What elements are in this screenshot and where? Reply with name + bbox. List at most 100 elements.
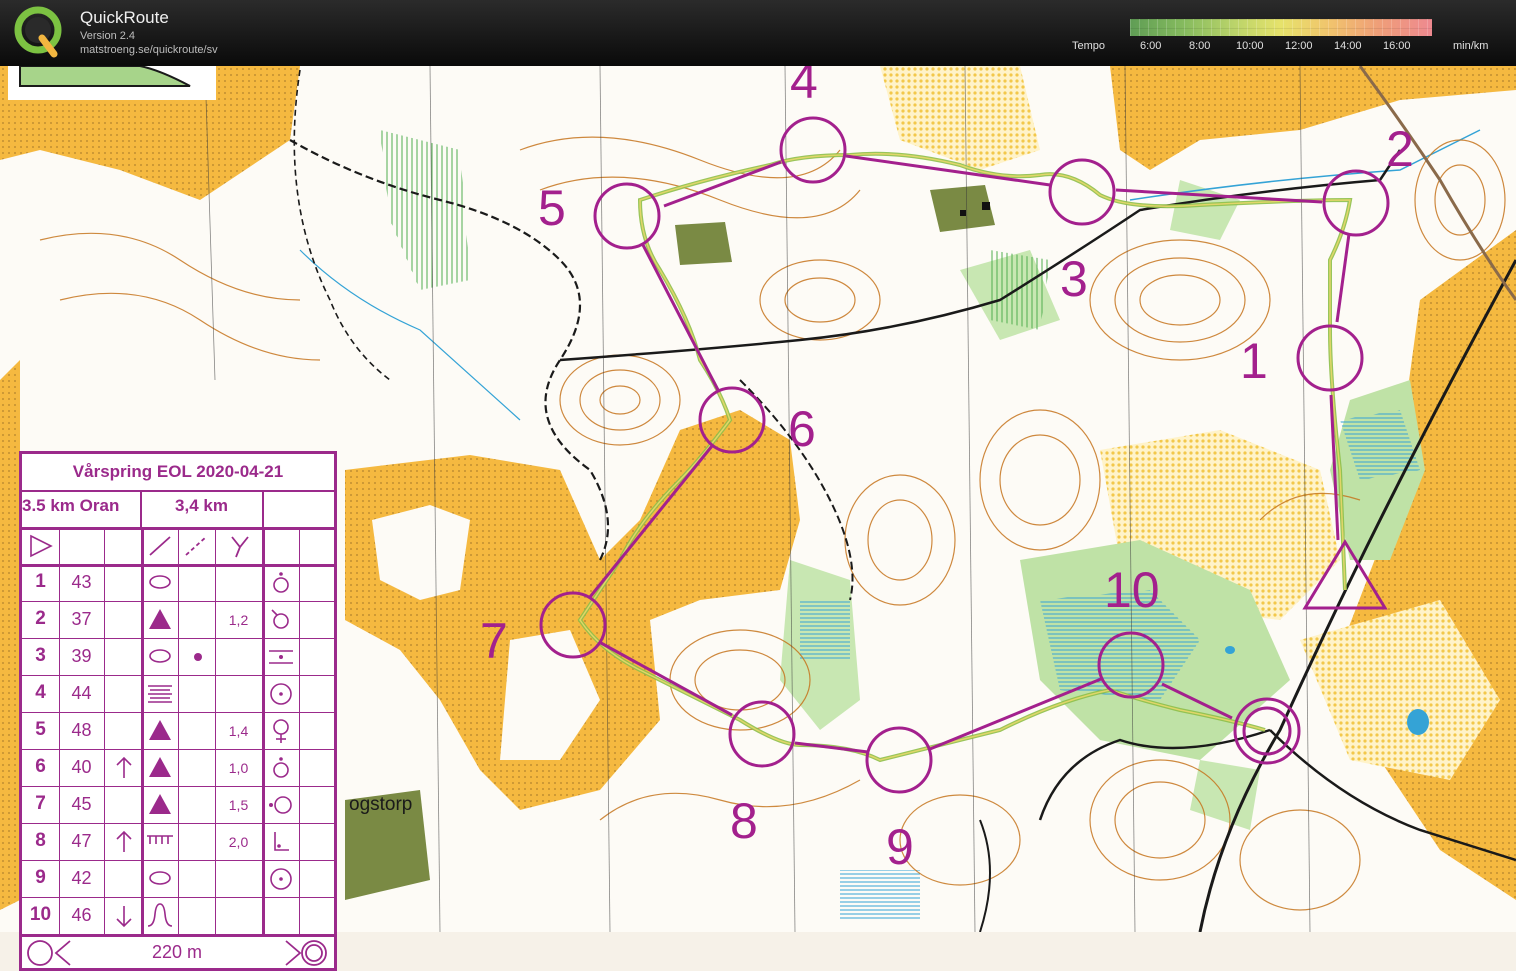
location-centre-icon bbox=[270, 868, 292, 890]
control-number-7: 7 bbox=[480, 613, 508, 669]
control-row-dimension: 1,5 bbox=[228, 797, 249, 813]
boulder-icon bbox=[149, 757, 171, 777]
control-row-code: 48 bbox=[71, 720, 92, 740]
boulder-icon bbox=[149, 794, 171, 814]
which-south-icon bbox=[116, 906, 132, 928]
control-row-dimension: 2,0 bbox=[228, 834, 249, 850]
control-number-9: 9 bbox=[886, 819, 914, 875]
control-row-number: 6 bbox=[35, 756, 46, 777]
pond bbox=[1225, 646, 1235, 654]
knoll-oval-icon bbox=[149, 649, 171, 663]
course-name: 3.5 km Oran bbox=[22, 496, 120, 515]
finish-start-funnel-icon bbox=[27, 940, 71, 966]
tempo-tick: 14:00 bbox=[1334, 40, 1362, 52]
control-row-code: 39 bbox=[71, 646, 92, 666]
grid-line bbox=[22, 934, 334, 937]
open-land bbox=[0, 360, 20, 910]
location-west-icon bbox=[269, 796, 292, 814]
column-header-appearance-icon bbox=[185, 536, 207, 556]
marsh bbox=[800, 600, 850, 660]
event-title: Vårspring EOL 2020-04-21 bbox=[22, 454, 334, 492]
control-row-code: 42 bbox=[71, 868, 92, 888]
control-row-dimension: 1,2 bbox=[228, 612, 249, 628]
control-number-10: 10 bbox=[1104, 562, 1160, 618]
grid-line bbox=[178, 527, 179, 934]
control-row-number: 2 bbox=[35, 608, 46, 629]
which-north-icon bbox=[116, 756, 132, 778]
control-row-code: 44 bbox=[71, 683, 92, 703]
knoll-oval-icon bbox=[149, 575, 171, 589]
tempo-color-scale bbox=[1130, 19, 1432, 36]
location-foot-icon bbox=[271, 609, 289, 629]
orienteering-map[interactable]: 1 2 3 4 5 6 7 8 9 10 ogstorp Vårspring E… bbox=[0, 66, 1516, 971]
tempo-label: Tempo bbox=[1072, 40, 1106, 52]
which-north-icon bbox=[116, 830, 132, 852]
tempo-tick: 8:00 bbox=[1189, 40, 1211, 52]
building bbox=[960, 210, 966, 216]
pond bbox=[1407, 709, 1429, 735]
boulder-icon bbox=[149, 720, 171, 740]
location-corner-icon bbox=[274, 832, 289, 851]
grid-line bbox=[104, 527, 105, 934]
tempo-tick: 12:00 bbox=[1285, 40, 1313, 52]
app-title: QuickRoute bbox=[80, 8, 169, 27]
grid-line bbox=[262, 490, 264, 527]
control-number-5: 5 bbox=[538, 180, 566, 236]
grid-line bbox=[299, 527, 300, 934]
grid-line bbox=[140, 490, 142, 527]
control-number-1: 1 bbox=[1240, 333, 1268, 389]
control-number-3: 3 bbox=[1060, 251, 1088, 307]
control-row-code: 43 bbox=[71, 572, 92, 592]
fence-icon bbox=[147, 835, 173, 844]
tempo-tick: 10:00 bbox=[1236, 40, 1264, 52]
place-name: ogstorp bbox=[349, 794, 412, 815]
building bbox=[982, 202, 990, 210]
location-top-icon bbox=[273, 572, 289, 593]
control-row-number: 8 bbox=[35, 830, 46, 851]
control-row-code: 47 bbox=[71, 831, 92, 851]
dense-forest bbox=[675, 222, 732, 265]
location-top-icon bbox=[273, 757, 289, 778]
control-row-dimension: 1,4 bbox=[228, 723, 249, 739]
location-centre-icon bbox=[270, 683, 292, 705]
control-number-4: 4 bbox=[790, 66, 818, 109]
control-row-code: 37 bbox=[71, 609, 92, 629]
marsh-icon bbox=[148, 685, 172, 703]
tempo-unit: min/km bbox=[1453, 40, 1489, 52]
control-row-code: 45 bbox=[71, 794, 92, 814]
appearance-dot-icon bbox=[194, 653, 202, 661]
column-header-dimension-icon bbox=[231, 536, 249, 558]
quickroute-logo-icon bbox=[14, 6, 62, 58]
title-bar: QuickRoute Version 2.4 matstroeng.se/qui… bbox=[0, 0, 1516, 66]
control-row-number: 3 bbox=[35, 645, 46, 666]
control-row-dimension: 1,0 bbox=[228, 760, 249, 776]
start-symbol-icon bbox=[30, 534, 53, 558]
control-row-number: 7 bbox=[35, 793, 46, 814]
marsh bbox=[840, 870, 920, 920]
location-bottom-icon bbox=[273, 719, 289, 743]
control-row-number: 9 bbox=[35, 867, 46, 888]
undergrowth bbox=[990, 250, 1050, 330]
tempo-tick: 6:00 bbox=[1140, 40, 1162, 52]
control-row-number: 5 bbox=[35, 719, 46, 740]
control-row-number: 10 bbox=[29, 904, 52, 925]
app-url: matstroeng.se/quickroute/sv bbox=[80, 44, 218, 56]
control-row-code: 40 bbox=[71, 757, 92, 777]
column-header-feature-icon bbox=[149, 536, 171, 556]
control-number-2: 2 bbox=[1386, 121, 1414, 177]
location-between-icon bbox=[269, 650, 293, 664]
boulder-icon bbox=[149, 609, 171, 629]
course-length: 3,4 km bbox=[175, 496, 228, 515]
app-version: Version 2.4 bbox=[80, 30, 136, 42]
control-row-code: 46 bbox=[71, 905, 92, 925]
tempo-tick: 16:00 bbox=[1383, 40, 1411, 52]
control-row-number: 1 bbox=[35, 571, 46, 592]
finish-distance: 220 m bbox=[151, 942, 203, 962]
re-entrant-icon bbox=[147, 903, 173, 927]
control-row-number: 4 bbox=[35, 682, 46, 703]
control-number-8: 8 bbox=[730, 793, 758, 849]
control-description-sheet: Vårspring EOL 2020-04-21 3.5 km Oran 3,4 … bbox=[19, 451, 337, 971]
knoll-oval-icon bbox=[149, 871, 171, 885]
control-number-6: 6 bbox=[788, 401, 816, 457]
finish-icon bbox=[285, 940, 327, 966]
